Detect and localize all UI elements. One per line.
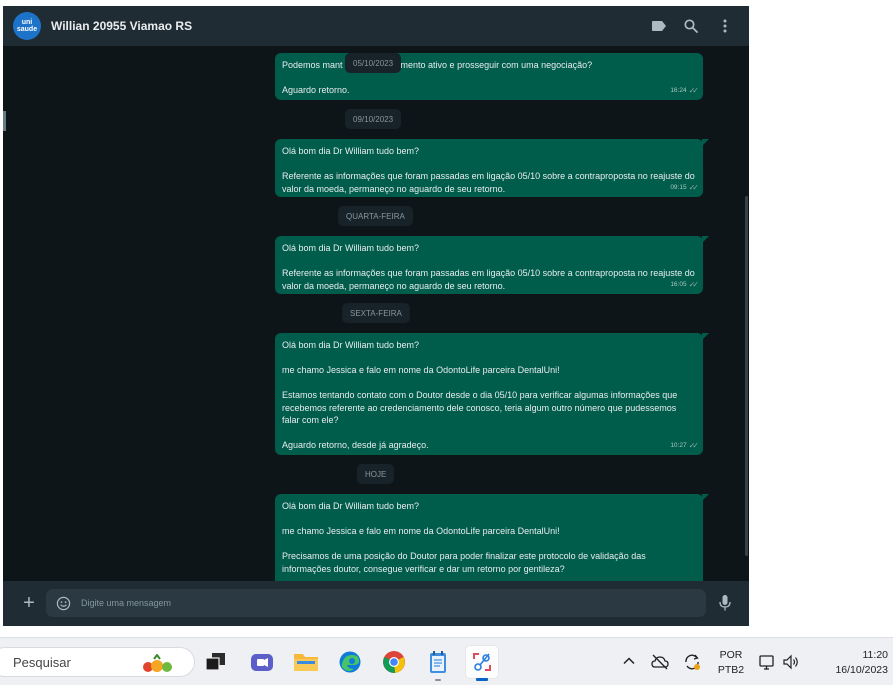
message-text: Podemos mant <box>282 60 343 70</box>
date-chip: 09/10/2023 <box>345 109 402 129</box>
notepad-icon[interactable] <box>422 646 454 681</box>
tray-chevron-icon[interactable] <box>622 654 636 668</box>
chat-header[interactable]: uni saude Willian 20955 Viamao RS <box>3 6 749 46</box>
message-line: Referente as informações que foram passa… <box>282 171 695 194</box>
message-text: mento ativo e prosseguir com uma negocia… <box>400 60 593 70</box>
message-placeholder: Digite uma mensagem <box>81 598 172 608</box>
message-line: Aguardo retorno. <box>282 85 350 95</box>
bubble-tail <box>702 139 709 146</box>
file-explorer-icon[interactable] <box>290 646 322 678</box>
sync-icon[interactable] <box>683 653 701 671</box>
snipping-tool-icon[interactable] <box>466 646 498 681</box>
avatar-line1: uni <box>21 19 33 26</box>
scrollbar[interactable] <box>745 196 748 556</box>
date-chip: QUARTA-FEIRA <box>338 206 413 226</box>
lang-line1: POR <box>719 649 743 661</box>
edge-icon[interactable] <box>334 646 366 678</box>
message-line <box>282 427 696 440</box>
speaker-icon[interactable] <box>782 653 800 671</box>
message-meta: 16:24 ✓✓ <box>670 85 700 98</box>
message-line: me chamo Jessica e falo em nome da Odont… <box>282 526 560 536</box>
left-edge-marker <box>3 111 6 131</box>
menu-dots-icon[interactable] <box>716 17 734 35</box>
read-ticks-icon: ✓✓ <box>688 279 700 289</box>
avatar-line2: saude <box>16 26 38 33</box>
message-line: me chamo Jessica e falo em nome da Odont… <box>282 365 560 375</box>
avatar[interactable]: uni saude <box>13 12 41 40</box>
message-line <box>282 377 696 390</box>
cloud-offline-icon[interactable] <box>651 653 669 671</box>
windows-search-box[interactable]: Pesquisar <box>0 647 195 677</box>
date-chip: HOJE <box>357 464 395 484</box>
monitor-icon[interactable] <box>759 653 777 671</box>
message-line: Olá bom dia Dr William tudo bem? <box>282 340 420 350</box>
plus-icon[interactable]: + <box>19 593 39 613</box>
system-clock[interactable]: 11:20 16/10/2023 <box>812 648 888 678</box>
lang-line2: PTB2 <box>717 664 745 676</box>
running-indicator <box>435 679 441 681</box>
read-ticks-icon: ✓✓ <box>688 182 700 192</box>
emoji-icon[interactable] <box>56 596 71 611</box>
message-line: Precisamos de uma posição do Doutor para… <box>282 551 646 574</box>
message-list[interactable]: Podemos mant mento ativo e prosseguir com… <box>3 46 749 581</box>
message-line: Olá bom dia Dr William tudo bem? <box>282 146 420 156</box>
message-meta: 09:15 ✓✓ <box>670 182 700 195</box>
message-bubble[interactable]: Podemos mant mento ativo e prosseguir com… <box>275 53 703 100</box>
message-bubble[interactable]: Olá bom dia Dr William tudo bem? me cham… <box>275 494 709 581</box>
message-meta: 16:05 ✓✓ <box>670 279 700 292</box>
read-ticks-icon: ✓✓ <box>688 440 700 450</box>
teams-icon[interactable] <box>246 646 278 678</box>
message-bubble[interactable]: Olá bom dia Dr William tudo bem? me cham… <box>275 333 709 455</box>
message-line: Olá bom dia Dr William tudo bem? <box>282 243 420 253</box>
composer-bar: + Digite uma mensagem <box>3 581 749 626</box>
message-time: 10:27 <box>670 441 687 449</box>
chat-window: uni saude Willian 20955 Viamao RS Podemo… <box>3 6 749 626</box>
message-time: 16:24 <box>670 86 687 94</box>
search-highlight-icon <box>143 654 172 672</box>
clock-time: 11:20 <box>862 649 889 661</box>
message-line: Aguardo retorno, desde já agradeço. <box>282 440 429 450</box>
chrome-icon[interactable] <box>378 646 410 678</box>
message-line: Referente as informações que foram passa… <box>282 268 695 291</box>
label-icon[interactable] <box>650 17 668 35</box>
clock-date: 16/10/2023 <box>835 664 888 676</box>
task-view-icon[interactable] <box>200 646 232 678</box>
message-bubble[interactable]: Olá bom dia Dr William tudo bem? Referen… <box>275 236 709 294</box>
bubble-tail <box>702 494 709 501</box>
message-line: Estamos tentando contato com o Doutor de… <box>282 390 678 425</box>
message-time: 09:15 <box>670 183 687 191</box>
active-indicator <box>476 678 488 681</box>
mic-icon[interactable] <box>718 594 732 612</box>
message-input[interactable]: Digite uma mensagem <box>46 589 706 617</box>
message-meta: 10:27 ✓✓ <box>670 440 700 453</box>
message-line <box>282 513 696 526</box>
message-line <box>282 255 696 268</box>
message-time: 16:05 <box>670 280 687 288</box>
bubble-tail <box>702 333 709 340</box>
date-chip: SEXTA-FEIRA <box>342 303 410 323</box>
taskbar: Pesquisar POR PTB2 11:20 16/10/2023 <box>0 637 893 685</box>
input-language[interactable]: POR PTB2 <box>712 648 750 678</box>
message-line <box>282 72 696 85</box>
bubble-tail <box>702 236 709 243</box>
message-line <box>282 538 696 551</box>
date-chip-floating: 05/10/2023 <box>345 53 402 73</box>
message-line: Olá bom dia Dr William tudo bem? <box>282 501 420 511</box>
search-icon[interactable] <box>682 17 700 35</box>
message-bubble[interactable]: Olá bom dia Dr William tudo bem? Referen… <box>275 139 709 197</box>
windows-search-text: Pesquisar <box>13 654 71 670</box>
message-line <box>282 158 696 171</box>
read-ticks-icon: ✓✓ <box>688 85 700 95</box>
contact-name[interactable]: Willian 20955 Viamao RS <box>51 19 192 33</box>
message-line <box>282 352 696 365</box>
